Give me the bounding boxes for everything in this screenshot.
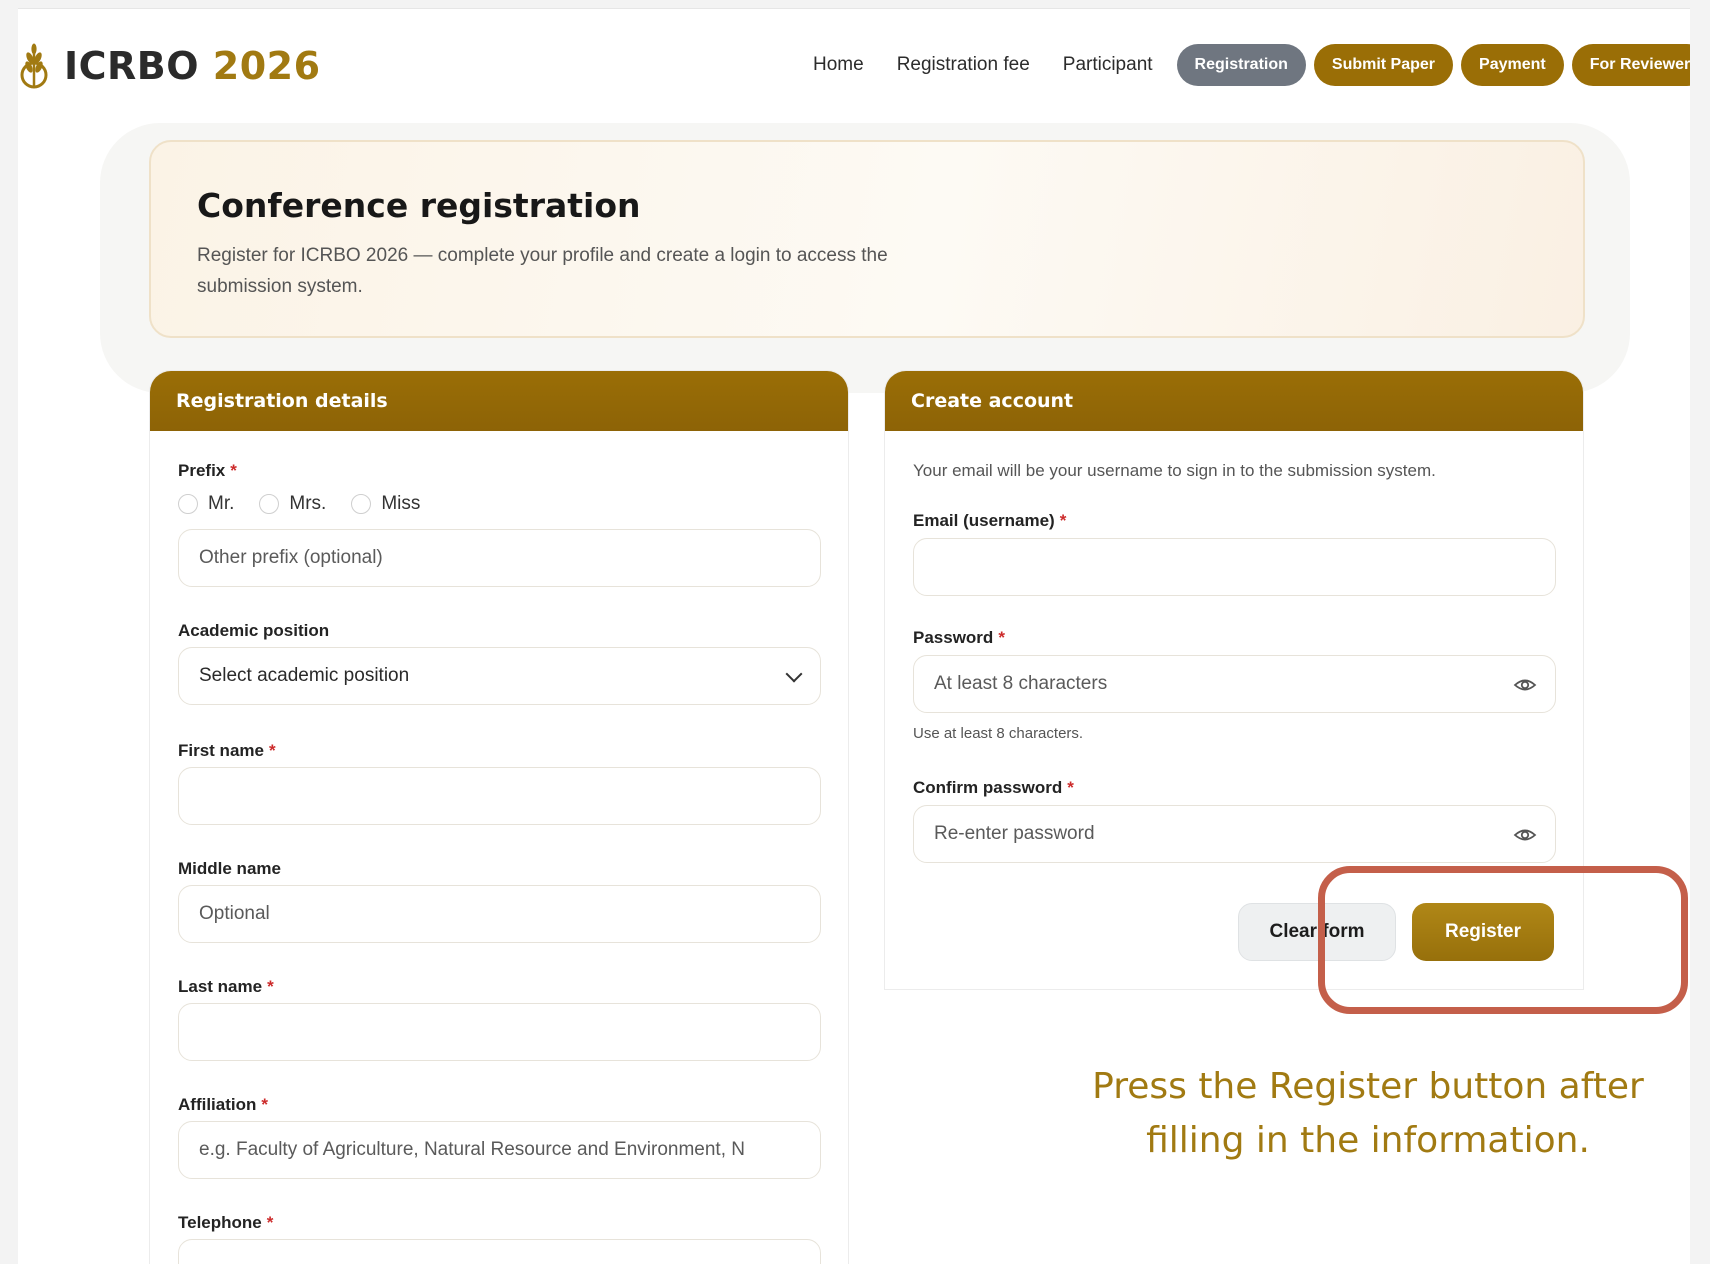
confirm-password-placeholder: Re-enter password <box>934 823 1095 844</box>
required-mark: * <box>998 628 1005 647</box>
prefix-radio-miss[interactable] <box>351 494 372 514</box>
eye-icon[interactable] <box>1513 676 1537 694</box>
email-input[interactable] <box>913 538 1556 596</box>
prefix-option-miss[interactable]: Miss <box>381 493 420 515</box>
nav-registration-fee[interactable]: Registration fee <box>897 44 1030 86</box>
academic-position-label: Academic position <box>178 621 330 640</box>
page: ICRBO 2026 Home Registration fee Partici… <box>18 8 1690 1264</box>
affiliation-label: Affiliation * <box>178 1095 269 1114</box>
instruction-callout: Press the Register button after filling … <box>1092 1066 1644 1161</box>
nav-participant[interactable]: Participant <box>1063 44 1153 86</box>
prefix-option-mrs[interactable]: Mrs. <box>289 493 326 515</box>
wheat-logo-icon <box>20 43 48 89</box>
registration-details-title: Registration details <box>150 371 848 431</box>
top-divider <box>18 8 1690 9</box>
password-label: Password * <box>913 628 1005 647</box>
middle-name-input[interactable]: Optional <box>178 885 821 943</box>
nav-home[interactable]: Home <box>813 44 864 86</box>
password-placeholder: At least 8 characters <box>934 673 1108 694</box>
chevron-down-icon <box>785 665 803 683</box>
required-mark: * <box>268 741 276 760</box>
prefix-radio-mrs[interactable] <box>259 494 280 514</box>
required-mark: * <box>1067 778 1074 797</box>
page-title: Conference registration <box>197 186 641 225</box>
telephone-label: Telephone * <box>178 1213 274 1232</box>
other-prefix-input[interactable]: Other prefix (optional) <box>178 529 821 587</box>
prefix-radio-mr[interactable] <box>178 494 198 514</box>
required-mark: * <box>1059 511 1067 530</box>
logo-acronym: ICRBO <box>64 44 200 88</box>
hero-banner: Conference registration Register for ICR… <box>149 140 1585 338</box>
prefix-radio-group: Mr. Mrs. Miss <box>178 493 445 515</box>
required-mark: * <box>266 1213 274 1232</box>
confirm-password-input[interactable]: Re-enter password <box>913 805 1556 863</box>
site-logo[interactable]: ICRBO 2026 <box>18 42 321 90</box>
confirm-password-label: Confirm password * <box>913 778 1074 797</box>
nav-registration[interactable]: Registration <box>1176 44 1306 86</box>
last-name-input[interactable] <box>178 1003 821 1061</box>
middle-name-label: Middle name <box>178 859 281 878</box>
academic-position-select[interactable]: Select academic position <box>178 647 821 705</box>
eye-icon[interactable] <box>1513 826 1537 844</box>
email-label: Email (username) * <box>913 511 1067 530</box>
telephone-input[interactable] <box>178 1239 821 1264</box>
nav-for-reviewer[interactable]: For Reviewer <box>1571 44 1690 86</box>
registration-details-card: Registration details Prefix * Mr. Mrs. Mi… <box>149 370 849 1264</box>
prefix-label: Prefix * <box>178 461 237 480</box>
first-name-input[interactable] <box>178 767 821 825</box>
register-highlight-box <box>1318 866 1688 1014</box>
password-hint: Use at least 8 characters. <box>913 725 1084 742</box>
last-name-label: Last name * <box>178 977 274 996</box>
logo-text: ICRBO 2026 <box>64 44 321 88</box>
required-mark: * <box>230 461 237 480</box>
create-account-title: Create account <box>885 371 1583 431</box>
prefix-option-mr[interactable]: Mr. <box>208 493 234 515</box>
nav-payment[interactable]: Payment <box>1461 44 1564 86</box>
required-mark: * <box>267 977 274 996</box>
affiliation-input[interactable]: e.g. Faculty of Agriculture, Natural Res… <box>178 1121 821 1179</box>
password-input[interactable]: At least 8 characters <box>913 655 1556 713</box>
account-note: Your email will be your username to sign… <box>913 461 1436 480</box>
page-subtitle: Register for ICRBO 2026 — complete your … <box>197 245 888 297</box>
logo-year: 2026 <box>212 44 321 88</box>
nav-submit-paper[interactable]: Submit Paper <box>1313 44 1454 86</box>
first-name-label: First name * <box>178 741 276 760</box>
main-nav: Home Registration fee Participant Regist… <box>813 44 1690 86</box>
academic-position-value: Select academic position <box>199 665 410 686</box>
required-mark: * <box>261 1095 269 1114</box>
